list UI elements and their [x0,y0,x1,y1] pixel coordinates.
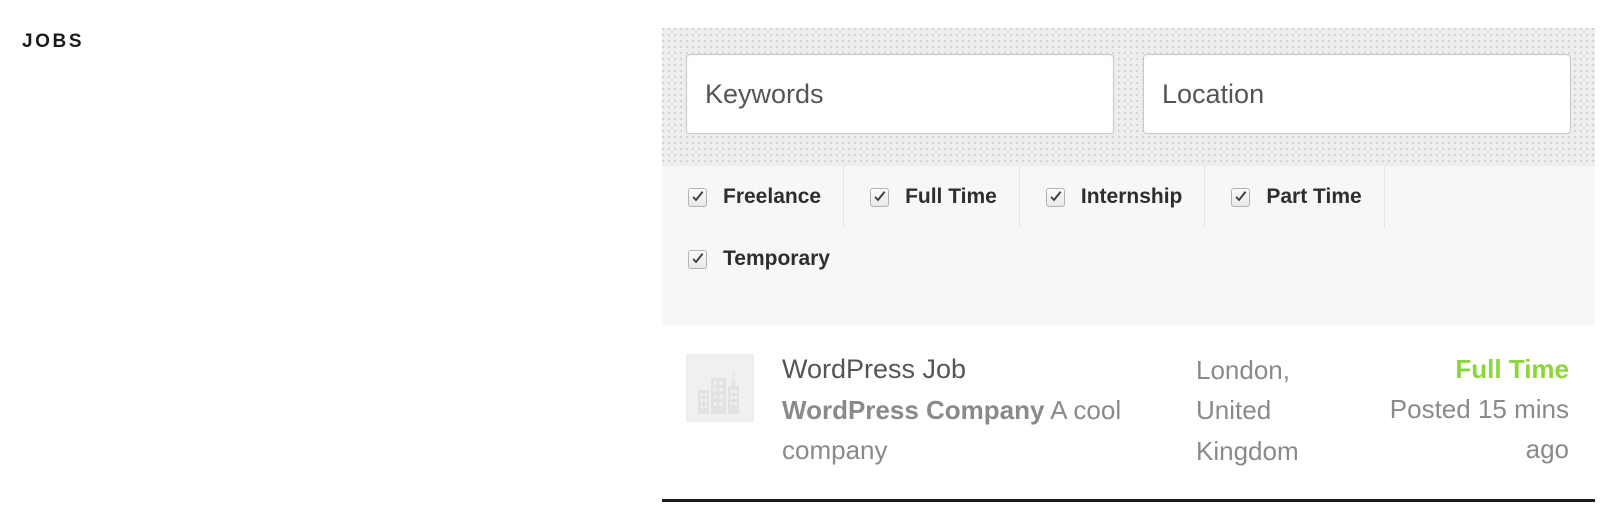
filter-label: Temporary [723,247,830,271]
filter-label: Full Time [905,185,997,209]
search-input-location[interactable] [1143,54,1571,134]
job-primary-info: WordPress Job WordPress Company A cool c… [782,350,1162,471]
filter-row-primary: Freelance Full Time Internship Part Time [662,166,1595,228]
job-listings: WordPress Job WordPress Company A cool c… [662,326,1595,502]
filter-full-time[interactable]: Full Time [844,166,1020,228]
checkbox-checked-icon[interactable] [688,250,707,269]
filter-temporary[interactable]: Temporary [662,228,852,290]
company-name: WordPress Company [782,395,1044,425]
checkbox-checked-icon[interactable] [1046,188,1065,207]
job-search-panel [662,28,1595,166]
filter-label: Part Time [1266,185,1361,209]
job-type-badge: Full Time [1352,350,1569,389]
jobs-widget: Freelance Full Time Internship Part Time [662,28,1595,502]
job-meta: Full Time Posted 15 mins ago [1352,350,1595,470]
filter-internship[interactable]: Internship [1020,166,1206,228]
filter-row-spacer [1385,166,1595,228]
company-building-placeholder-icon [686,354,754,422]
filter-label: Freelance [723,185,821,209]
filter-row-secondary: Temporary [662,228,1595,290]
job-title[interactable]: WordPress Job [782,350,1162,390]
checkbox-checked-icon[interactable] [870,188,889,207]
job-company-line: WordPress Company A cool company [782,390,1162,471]
job-type-filters: Freelance Full Time Internship Part Time [662,166,1595,326]
page-title: JOBS [22,31,84,53]
job-posted-date: Posted 15 mins ago [1352,389,1569,470]
job-location: London, United Kingdom [1162,350,1352,471]
filter-part-time[interactable]: Part Time [1205,166,1384,228]
filter-label: Internship [1081,185,1183,209]
checkbox-checked-icon[interactable] [1231,188,1250,207]
checkbox-checked-icon[interactable] [688,188,707,207]
search-input-keywords[interactable] [686,54,1114,134]
filter-freelance[interactable]: Freelance [662,166,844,228]
job-listing-row[interactable]: WordPress Job WordPress Company A cool c… [662,350,1595,499]
